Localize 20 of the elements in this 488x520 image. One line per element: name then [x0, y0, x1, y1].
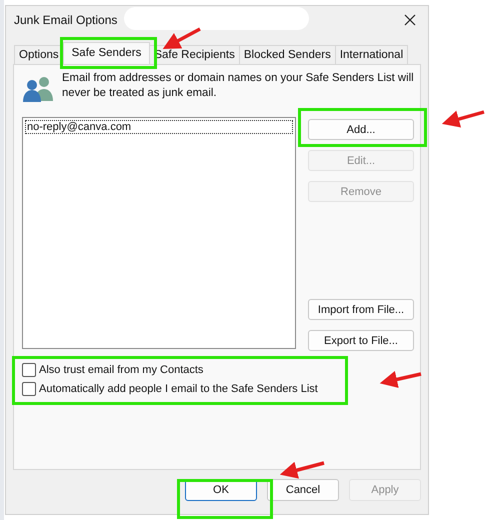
arrow	[162, 27, 201, 49]
dialog-button[interactable]: Cancel	[267, 479, 339, 501]
checkbox-label[interactable]: Also trust email from my Contacts	[39, 364, 204, 376]
tab[interactable]: Safe Senders	[62, 42, 150, 64]
file-button[interactable]: Export to File...	[308, 330, 414, 351]
tab[interactable]: International	[334, 45, 408, 64]
close-button[interactable]	[402, 12, 418, 28]
checkbox-label[interactable]: Automatically add people I email to the Safe Senders List	[39, 383, 318, 395]
arrow	[280, 461, 324, 479]
side-button[interactable]: Add...	[308, 119, 414, 140]
people-icon	[22, 75, 54, 103]
checkbox[interactable]	[22, 382, 36, 396]
arrow	[442, 110, 484, 128]
checkbox[interactable]	[22, 363, 36, 377]
safe-senders-list[interactable]: no-reply@canva.com	[22, 117, 296, 349]
file-button[interactable]: Import from File...	[308, 299, 414, 320]
list-item[interactable]: no-reply@canva.com	[25, 120, 293, 134]
window-title: Junk Email Options	[14, 13, 118, 27]
description-text: Email from addresses or domain names on your Safe Senders List will never be treated as junk email.	[62, 71, 414, 101]
arrow	[380, 370, 422, 388]
